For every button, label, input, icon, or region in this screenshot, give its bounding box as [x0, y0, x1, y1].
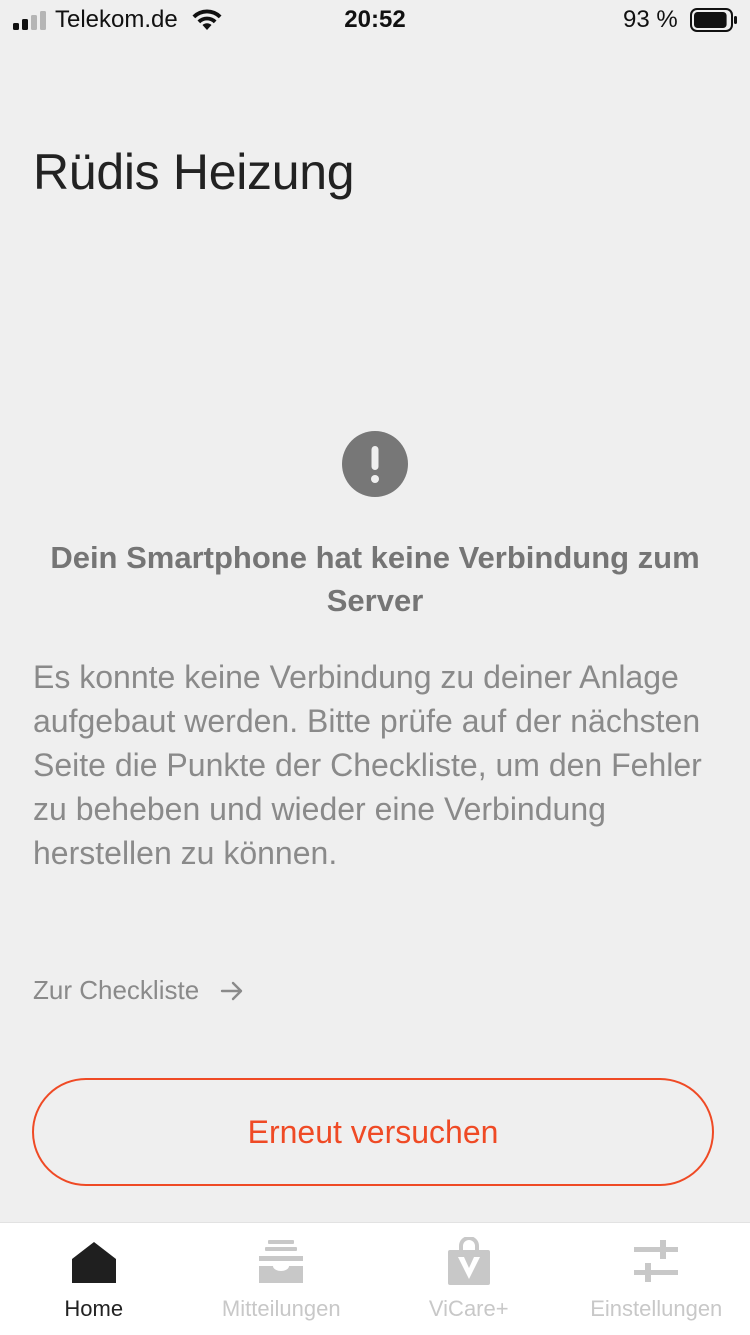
- exclamation-icon: [342, 431, 408, 497]
- home-icon: [69, 1237, 119, 1287]
- sliders-icon: [631, 1237, 681, 1287]
- checklist-link-label: Zur Checkliste: [33, 975, 199, 1006]
- tab-home[interactable]: Home: [0, 1223, 188, 1335]
- tab-mitteilungen-label: Mitteilungen: [222, 1296, 341, 1322]
- checklist-link[interactable]: Zur Checkliste: [33, 975, 245, 1006]
- shopping-bag-icon: [444, 1237, 494, 1287]
- tab-vicare-plus[interactable]: ViCare+: [375, 1223, 563, 1335]
- tab-bar: Home Mitteilungen ViCare+ Einstellungen: [0, 1222, 750, 1335]
- tab-einstellungen-label: Einstellungen: [590, 1296, 722, 1322]
- error-heading: Dein Smartphone hat keine Verbindung zum…: [20, 536, 730, 622]
- inbox-icon: [256, 1237, 306, 1287]
- status-bar: Telekom.de 20:52 93 %: [0, 0, 750, 40]
- battery-icon: [690, 8, 738, 32]
- tab-einstellungen[interactable]: Einstellungen: [563, 1223, 750, 1335]
- tab-mitteilungen[interactable]: Mitteilungen: [188, 1223, 376, 1335]
- page-title: Rüdis Heizung: [33, 143, 354, 201]
- arrow-right-icon: [219, 978, 245, 1004]
- tab-home-label: Home: [64, 1296, 123, 1322]
- tab-vicare-plus-label: ViCare+: [429, 1296, 509, 1322]
- battery-percentage: 93 %: [623, 6, 678, 34]
- error-description: Es konnte keine Verbindung zu deiner Anl…: [33, 655, 733, 875]
- retry-button[interactable]: Erneut versuchen: [32, 1078, 714, 1186]
